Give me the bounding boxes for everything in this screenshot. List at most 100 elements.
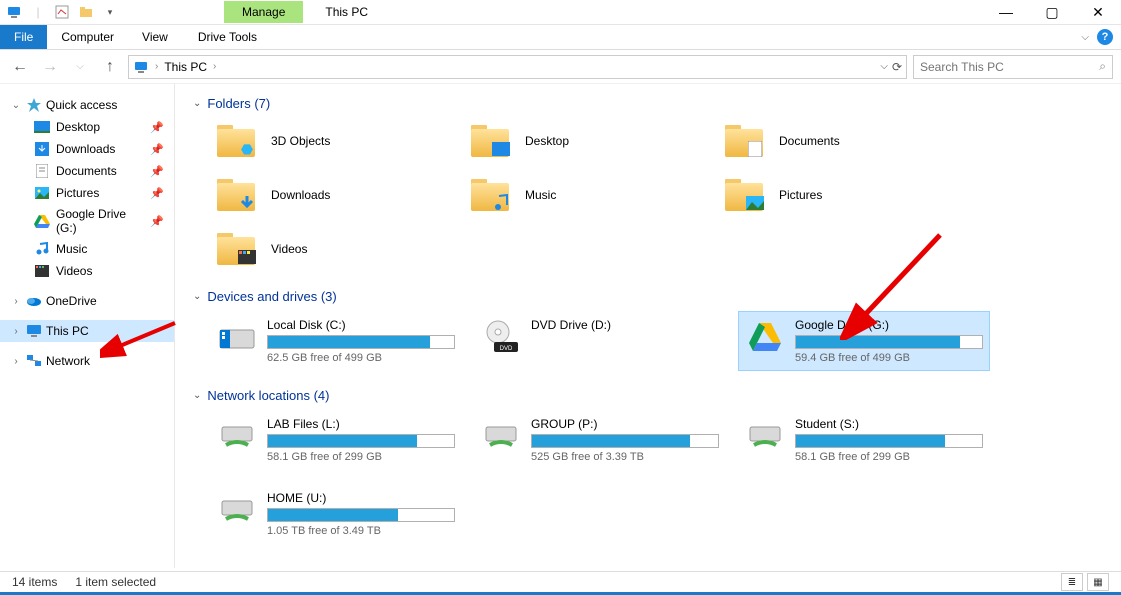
- sidebar-item-label: Desktop: [56, 120, 100, 134]
- back-button[interactable]: ←: [8, 55, 32, 79]
- folder-music[interactable]: Music: [465, 173, 705, 217]
- group-title: Devices and drives (3): [207, 289, 336, 304]
- divider-icon: |: [30, 4, 46, 20]
- network-group-p[interactable]: GROUP (P:) 525 GB free of 3.39 TB: [475, 411, 725, 469]
- drive-tools-tab[interactable]: Drive Tools: [184, 25, 271, 49]
- sidebar-this-pc[interactable]: › This PC: [0, 320, 174, 342]
- folder-3d-objects[interactable]: ⬣ 3D Objects: [211, 119, 451, 163]
- sidebar-item-pictures[interactable]: Pictures 📌: [0, 182, 174, 204]
- sidebar-quick-access[interactable]: ⌄ Quick access: [0, 94, 174, 116]
- sidebar-item-music[interactable]: Music: [0, 238, 174, 260]
- chevron-down-icon[interactable]: ⌄: [193, 98, 201, 109]
- chevron-right-icon[interactable]: ›: [10, 296, 22, 307]
- sidebar-item-documents[interactable]: Documents 📌: [0, 160, 174, 182]
- network-drive-icon: [481, 417, 521, 455]
- folder-icon: [469, 123, 511, 159]
- main-area: ⌄ Quick access Desktop 📌 Downloads 📌 Doc…: [0, 84, 1121, 568]
- help-icon[interactable]: ?: [1097, 29, 1113, 45]
- ribbon-expand-icon[interactable]: ⌵: [1081, 32, 1089, 43]
- google-drive-icon: [745, 318, 785, 356]
- pin-icon[interactable]: 📌: [150, 121, 164, 134]
- folder-label: Downloads: [271, 188, 330, 202]
- dropdown-icon[interactable]: ▾: [102, 4, 118, 20]
- folder-documents[interactable]: Documents: [719, 119, 959, 163]
- sidebar-item-downloads[interactable]: Downloads 📌: [0, 138, 174, 160]
- search-input[interactable]: [920, 60, 1099, 74]
- pin-icon[interactable]: 📌: [150, 187, 164, 200]
- chevron-down-icon[interactable]: ⌄: [193, 291, 201, 302]
- folder-label: Documents: [779, 134, 840, 148]
- breadcrumb-location[interactable]: This PC: [164, 60, 207, 74]
- network-group-header[interactable]: ⌄ Network locations (4): [193, 388, 1103, 403]
- folder-label: 3D Objects: [271, 134, 330, 148]
- recent-dropdown[interactable]: ⌵: [68, 55, 92, 79]
- folder-downloads[interactable]: Downloads: [211, 173, 451, 217]
- drive-usage-bar: [795, 434, 983, 448]
- refresh-icon[interactable]: ⟳: [892, 60, 902, 74]
- network-student-s[interactable]: Student (S:) 58.1 GB free of 299 GB: [739, 411, 989, 469]
- sidebar-onedrive[interactable]: › OneDrive: [0, 290, 174, 312]
- drive-google-g[interactable]: Google Drive (G:) 59.4 GB free of 499 GB: [739, 312, 989, 370]
- folder-videos[interactable]: Videos: [211, 227, 451, 271]
- pin-icon[interactable]: 📌: [150, 143, 164, 156]
- view-tiles-icon[interactable]: ▦: [1087, 573, 1109, 591]
- folder-pictures[interactable]: Pictures: [719, 173, 959, 217]
- folders-group-header[interactable]: ⌄ Folders (7): [193, 96, 1103, 111]
- drive-usage-bar: [267, 434, 455, 448]
- close-button[interactable]: ✕: [1075, 0, 1121, 25]
- view-details-icon[interactable]: ≣: [1061, 573, 1083, 591]
- folder-desktop[interactable]: Desktop: [465, 119, 705, 163]
- breadcrumb-separator-icon[interactable]: ›: [213, 61, 216, 72]
- sidebar-item-label: Pictures: [56, 186, 99, 200]
- sidebar-item-label: Music: [56, 242, 87, 256]
- network-icon: [26, 353, 42, 369]
- chevron-down-icon[interactable]: ⌄: [193, 390, 201, 401]
- search-box[interactable]: ⌕: [913, 55, 1113, 79]
- window-controls: — ▢ ✕: [983, 0, 1121, 25]
- chevron-right-icon[interactable]: ›: [10, 356, 22, 367]
- status-selection: 1 item selected: [75, 575, 156, 589]
- pictures-icon: [34, 185, 50, 201]
- group-title: Folders (7): [207, 96, 270, 111]
- dvd-icon: DVD: [481, 318, 521, 356]
- pc-icon: [26, 323, 42, 339]
- drive-dvd-d[interactable]: DVD DVD Drive (D:): [475, 312, 725, 370]
- view-tab[interactable]: View: [128, 25, 182, 49]
- search-icon[interactable]: ⌕: [1099, 59, 1106, 74]
- drives-group-header[interactable]: ⌄ Devices and drives (3): [193, 289, 1103, 304]
- folder-icon: [215, 231, 257, 267]
- minimize-button[interactable]: —: [983, 0, 1029, 25]
- videos-icon: [34, 263, 50, 279]
- drive-local-c[interactable]: Local Disk (C:) 62.5 GB free of 499 GB: [211, 312, 461, 370]
- sidebar-item-desktop[interactable]: Desktop 📌: [0, 116, 174, 138]
- sidebar-item-google-drive[interactable]: Google Drive (G:) 📌: [0, 204, 174, 238]
- computer-tab[interactable]: Computer: [47, 25, 128, 49]
- forward-button[interactable]: →: [38, 55, 62, 79]
- folder-icon: [723, 177, 765, 213]
- up-button[interactable]: ↑: [98, 55, 122, 79]
- file-tab[interactable]: File: [0, 25, 47, 49]
- drive-name: DVD Drive (D:): [531, 318, 719, 332]
- sidebar-network[interactable]: › Network: [0, 350, 174, 372]
- chevron-right-icon[interactable]: ›: [10, 326, 22, 337]
- breadcrumb[interactable]: › This PC › ⌵ ⟳: [128, 55, 907, 79]
- new-folder-icon[interactable]: [78, 4, 94, 20]
- network-home-u[interactable]: HOME (U:) 1.05 TB free of 3.49 TB: [211, 485, 461, 543]
- properties-icon[interactable]: [54, 4, 70, 20]
- title-bar: | ▾ Manage This PC — ▢ ✕: [0, 0, 1121, 25]
- sidebar-item-videos[interactable]: Videos: [0, 260, 174, 282]
- pin-icon[interactable]: 📌: [150, 215, 164, 228]
- drive-status: 58.1 GB free of 299 GB: [267, 451, 455, 463]
- chevron-down-icon[interactable]: ⌄: [10, 100, 22, 111]
- manage-tab[interactable]: Manage: [224, 1, 303, 23]
- pin-icon[interactable]: 📌: [150, 165, 164, 178]
- ribbon-tabs: File Computer View Drive Tools ⌵ ?: [0, 25, 1121, 50]
- address-dropdown-icon[interactable]: ⌵: [880, 61, 888, 72]
- maximize-button[interactable]: ▢: [1029, 0, 1075, 25]
- address-bar: ← → ⌵ ↑ › This PC › ⌵ ⟳ ⌕: [0, 50, 1121, 84]
- pc-icon[interactable]: [6, 4, 22, 20]
- onedrive-icon: [26, 293, 42, 309]
- network-lab-l[interactable]: LAB Files (L:) 58.1 GB free of 299 GB: [211, 411, 461, 469]
- folder-label: Pictures: [779, 188, 822, 202]
- breadcrumb-separator-icon[interactable]: ›: [155, 61, 158, 72]
